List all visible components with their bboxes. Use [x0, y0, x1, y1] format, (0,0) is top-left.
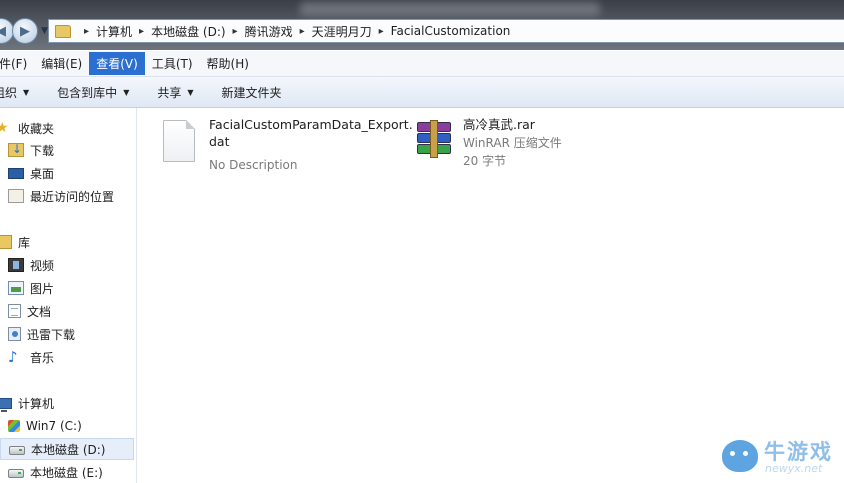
sidebar-item-label: Win7 (C:) [26, 419, 82, 433]
include-in-library-button[interactable]: 包含到库中 ▼ [57, 84, 129, 101]
breadcrumb-separator-icon[interactable]: ▸ [300, 26, 305, 37]
sidebar-libraries-header[interactable]: 库 [0, 231, 130, 253]
sidebar-item-drive-d[interactable]: 本地磁盘 (D:) [0, 438, 134, 460]
sidebar-favorites-header[interactable]: ★ 收藏夹 [0, 117, 130, 139]
breadcrumb-separator-icon[interactable]: ▸ [233, 26, 238, 37]
menu-view[interactable]: 查看(V) [89, 52, 145, 75]
pictures-icon [8, 281, 24, 295]
star-icon: ★ [0, 120, 9, 136]
chevron-down-icon: ▼ [187, 87, 194, 97]
back-arrow-icon: ◀ [0, 23, 6, 39]
sidebar-item-label: 视频 [30, 258, 55, 273]
organize-button[interactable]: 组织 ▼ [0, 84, 29, 101]
desktop-icon [8, 167, 24, 179]
computer-icon [0, 397, 12, 412]
navigation-pane: ★ 收藏夹 下载 桌面 最近访问的位置 库 视频 图片 文档 迅雷下载 ♪ 音乐… [0, 108, 137, 483]
blurred-title-overlay [300, 2, 600, 16]
sidebar-item-label: 下载 [30, 143, 55, 158]
forward-button[interactable]: ▶ [12, 18, 38, 44]
library-icon [0, 235, 12, 249]
file-name-line2: dat [209, 134, 230, 149]
file-item-rar-archive[interactable]: 高冷真武.rar WinRAR 压缩文件 20 字节 [413, 116, 613, 176]
file-list-area[interactable]: FacialCustomParamData_Export. dat No Des… [137, 108, 844, 483]
file-name-line1: FacialCustomParamData_Export. [209, 117, 413, 132]
include-library-label: 包含到库中 [57, 85, 118, 100]
breadcrumb-separator-icon[interactable]: ▸ [84, 26, 89, 37]
sidebar-item-documents[interactable]: 文档 [8, 300, 142, 322]
site-watermark: 牛游戏 newyx.net [718, 436, 844, 483]
sidebar-item-label: 桌面 [30, 166, 55, 181]
watermark-domain: newyx.net [765, 462, 823, 475]
sidebar-item-downloads[interactable]: 下载 [8, 139, 142, 161]
new-folder-button[interactable]: 新建文件夹 [222, 84, 282, 101]
sidebar-item-label: 本地磁盘 (D:) [31, 442, 106, 457]
share-button[interactable]: 共享 ▼ [157, 84, 193, 101]
breadcrumb-computer[interactable]: 计算机 [96, 23, 132, 40]
new-folder-label: 新建文件夹 [221, 85, 282, 100]
sidebar-item-drive-c[interactable]: Win7 (C:) [8, 415, 142, 437]
sidebar-item-label: 音乐 [30, 350, 55, 365]
chevron-down-icon: ▼ [23, 87, 30, 97]
menu-bar: 件(F) 编辑(E) 查看(V) 工具(T) 帮助(H) [0, 51, 844, 77]
share-label: 共享 [157, 85, 182, 100]
breadcrumb-tencent-games[interactable]: 腾讯游戏 [245, 23, 293, 40]
sidebar-header-label: 收藏夹 [18, 121, 55, 136]
downloads-folder-icon [8, 142, 24, 157]
sidebar-item-videos[interactable]: 视频 [8, 254, 142, 276]
windows-drive-icon [8, 420, 20, 432]
sidebar-item-drive-e[interactable]: 本地磁盘 (E:) [8, 461, 142, 483]
blank-file-icon [163, 120, 195, 162]
file-type: WinRAR 压缩文件 [463, 136, 562, 150]
sidebar-item-label: 文档 [27, 304, 52, 319]
cow-logo-icon [722, 440, 758, 472]
sidebar-item-thunder-downloads[interactable]: 迅雷下载 [8, 323, 142, 345]
menu-tools[interactable]: 工具(T) [145, 52, 200, 75]
breadcrumb-drive-d[interactable]: 本地磁盘 (D:) [151, 23, 225, 40]
recent-pages-dropdown-icon[interactable]: ▼ [41, 26, 48, 36]
window-titlebar: ◀ ▶ ▼ ▸ 计算机 ▸ 本地磁盘 (D:) ▸ 腾讯游戏 ▸ 天涯明月刀 ▸… [0, 0, 844, 50]
file-name: 高冷真武.rar [463, 117, 535, 132]
sidebar-item-label: 最近访问的位置 [30, 189, 115, 204]
recent-places-icon [8, 189, 24, 203]
menu-file[interactable]: 件(F) [0, 52, 34, 75]
winrar-archive-icon [413, 120, 455, 158]
music-note-icon: ♪ [8, 348, 18, 366]
sidebar-header-label: 计算机 [18, 396, 55, 411]
organize-label: 组织 [0, 85, 18, 100]
forward-arrow-icon: ▶ [20, 23, 30, 39]
breadcrumb-separator-icon[interactable]: ▸ [139, 26, 144, 37]
hard-drive-icon [9, 446, 25, 455]
command-toolbar: 组织 ▼ 包含到库中 ▼ 共享 ▼ 新建文件夹 [0, 77, 844, 108]
menu-edit[interactable]: 编辑(E) [34, 52, 89, 75]
sidebar-item-label: 图片 [30, 281, 55, 296]
video-icon [8, 258, 24, 272]
menu-help[interactable]: 帮助(H) [200, 52, 256, 75]
sidebar-item-music[interactable]: ♪ 音乐 [8, 346, 142, 368]
documents-icon [8, 304, 21, 318]
sidebar-computer-header[interactable]: 计算机 [0, 392, 130, 414]
sidebar-item-label: 迅雷下载 [27, 327, 76, 342]
breadcrumb-current-folder[interactable]: FacialCustomization [391, 24, 511, 38]
chevron-down-icon: ▼ [123, 87, 130, 97]
file-size: 20 字节 [463, 154, 507, 168]
folder-icon [55, 24, 71, 38]
file-item-facial-dat[interactable]: FacialCustomParamData_Export. dat No Des… [163, 116, 413, 176]
sidebar-header-label: 库 [18, 235, 31, 250]
address-bar[interactable]: ▸ 计算机 ▸ 本地磁盘 (D:) ▸ 腾讯游戏 ▸ 天涯明月刀 ▸ Facia… [48, 19, 844, 43]
sidebar-item-desktop[interactable]: 桌面 [8, 162, 142, 184]
thunder-download-icon [8, 327, 21, 341]
sidebar-item-pictures[interactable]: 图片 [8, 277, 142, 299]
navigation-buttons: ◀ ▶ ▼ [0, 18, 48, 44]
hard-drive-icon [8, 469, 24, 478]
file-type: No Description [209, 158, 298, 172]
breadcrumb-separator-icon[interactable]: ▸ [379, 26, 384, 37]
breadcrumb-game-folder[interactable]: 天涯明月刀 [312, 23, 372, 40]
file-name: FacialCustomParamData_Export. dat [209, 116, 413, 150]
sidebar-item-label: 本地磁盘 (E:) [30, 465, 103, 480]
sidebar-item-recent-places[interactable]: 最近访问的位置 [8, 185, 142, 207]
